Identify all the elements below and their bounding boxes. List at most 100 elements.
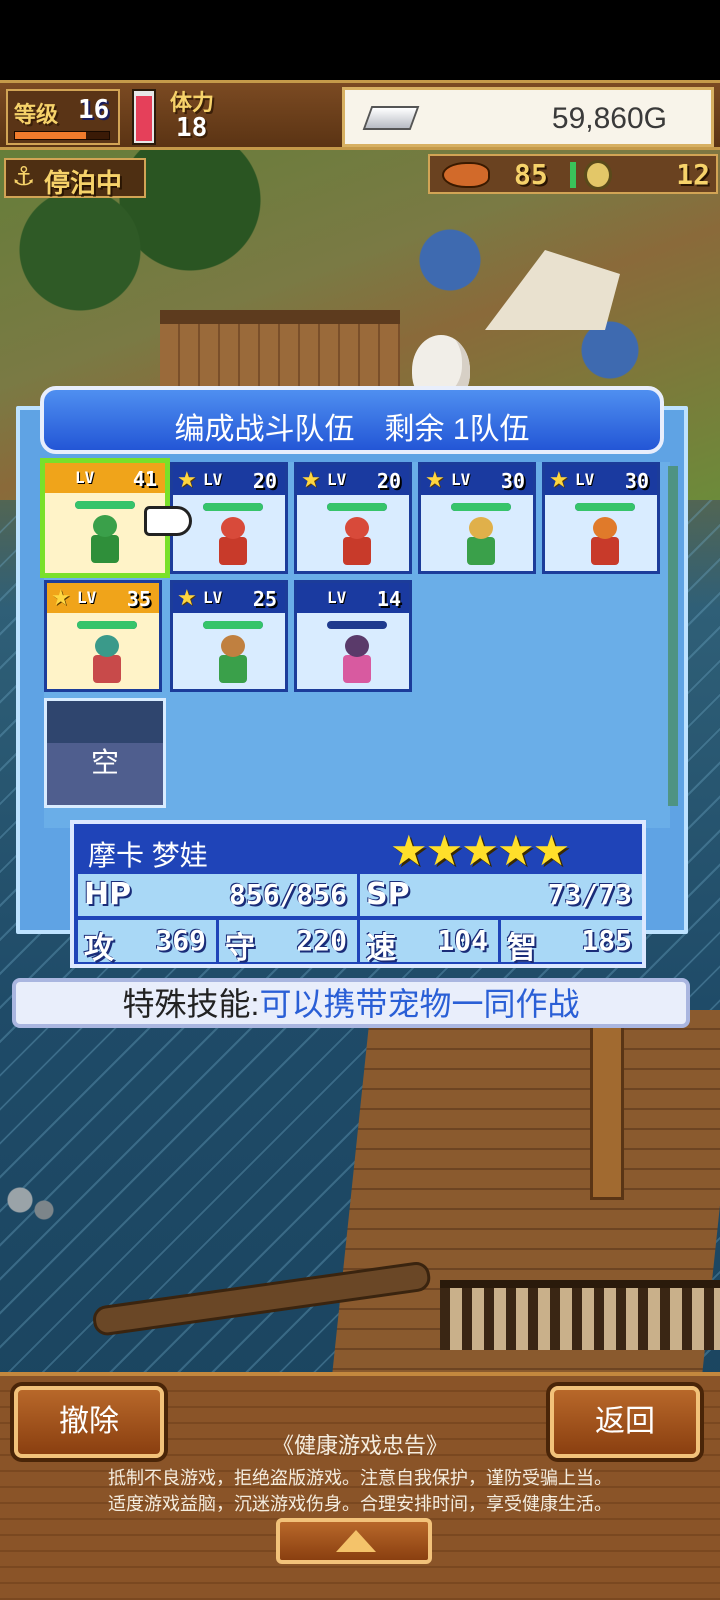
lv-label: LV bbox=[327, 470, 347, 489]
mooring-label: 停泊中 bbox=[44, 169, 123, 199]
member-level: 30 bbox=[624, 469, 649, 493]
lv-label: LV bbox=[327, 588, 347, 607]
member-hp-bar bbox=[203, 503, 263, 511]
member-hp-fill bbox=[75, 501, 135, 509]
member-hp-fill bbox=[327, 503, 387, 511]
party-member-slot[interactable]: ★ LV 20 bbox=[294, 462, 412, 574]
lv-label: LV bbox=[451, 470, 471, 489]
member-hp-bar bbox=[75, 501, 135, 509]
health-notice-title: 《健康游戏忠告》 bbox=[271, 1433, 448, 1458]
expand-button[interactable] bbox=[276, 1518, 432, 1564]
member-level: 20 bbox=[376, 469, 401, 493]
defense-stat: 守 220 bbox=[219, 920, 360, 966]
attack-label: 攻 bbox=[84, 931, 114, 966]
sprite-body bbox=[467, 537, 495, 565]
speed-label: 速 bbox=[366, 931, 396, 966]
resource-divider bbox=[570, 162, 576, 188]
intelligence-label: 智 bbox=[507, 931, 537, 966]
coin-count: 12 bbox=[676, 158, 710, 191]
star-icon: ★ bbox=[301, 468, 321, 493]
member-level: 25 bbox=[252, 587, 277, 611]
sprite-body bbox=[591, 537, 619, 565]
lv-label: LV bbox=[203, 588, 223, 607]
star-icon: ★ bbox=[51, 586, 71, 611]
lv-label: LV bbox=[203, 470, 223, 489]
star-icon: ★ bbox=[177, 468, 197, 493]
party-member-slot[interactable]: LV 14 bbox=[294, 580, 412, 692]
stamina-gauge bbox=[132, 89, 156, 145]
party-member-slot[interactable]: ★ LV 30 bbox=[542, 462, 660, 574]
empty-slot-header bbox=[47, 701, 163, 743]
health-notice-line-2: 适度游戏益脑，沉迷游戏伤身。合理安排时间，享受健康生活。 bbox=[108, 1494, 612, 1514]
level-label: 等级 bbox=[14, 103, 59, 128]
character-sprite bbox=[459, 517, 503, 569]
lv-label: LV bbox=[575, 470, 595, 489]
sprite-head bbox=[93, 515, 117, 537]
lv-label: LV bbox=[77, 588, 97, 607]
party-member-slot[interactable]: ★ LV 30 bbox=[418, 462, 536, 574]
sp-value: 73/73 bbox=[547, 878, 632, 911]
special-skill-label: 特殊技能: bbox=[122, 986, 260, 1022]
stat-row-hp-sp: HP 856/856 SP 73/73 bbox=[78, 874, 642, 916]
sprite-body bbox=[219, 537, 247, 565]
member-hp-fill bbox=[203, 503, 263, 511]
intelligence-stat: 智 185 bbox=[501, 920, 642, 966]
member-hp-bar bbox=[451, 503, 511, 511]
character-sprite bbox=[85, 635, 129, 687]
member-hp-bar bbox=[327, 503, 387, 511]
stat-row-attributes: 攻 369 守 220 速 104 智 185 bbox=[78, 920, 642, 966]
mooring-status[interactable]: ⚓ 停泊中 bbox=[4, 158, 146, 199]
star-icon: ★ bbox=[549, 468, 569, 493]
character-sprite bbox=[211, 635, 255, 687]
member-hp-fill bbox=[575, 503, 635, 511]
silver-bar-icon bbox=[362, 106, 420, 130]
member-level: 41 bbox=[132, 467, 157, 491]
ship-railing bbox=[440, 1280, 720, 1350]
hp-stat: HP 856/856 bbox=[78, 874, 360, 916]
gold-panel[interactable]: 59,860G bbox=[342, 87, 714, 147]
empty-slot-label: 空 bbox=[90, 747, 119, 778]
defense-value: 220 bbox=[296, 924, 347, 957]
character-name: 摩卡 梦娃 bbox=[88, 840, 208, 871]
member-hp-fill bbox=[203, 621, 263, 629]
party-member-slot[interactable]: ★ LV 25 bbox=[170, 580, 288, 692]
top-hud: 等级 16 体力 18 59,860G bbox=[0, 80, 720, 150]
exp-bar-fill bbox=[15, 132, 86, 139]
attack-stat: 攻 369 bbox=[78, 920, 219, 966]
character-sprite bbox=[335, 517, 379, 569]
level-value: 16 bbox=[78, 95, 110, 125]
sprite-head bbox=[469, 517, 493, 539]
sprite-body bbox=[93, 655, 121, 683]
character-sprite bbox=[335, 635, 379, 687]
sp-label: SP bbox=[366, 877, 410, 912]
defense-label: 守 bbox=[225, 931, 255, 966]
party-scrollbar[interactable] bbox=[668, 466, 678, 806]
fish-count: 85 bbox=[514, 158, 548, 191]
member-level: 35 bbox=[126, 587, 151, 611]
coin-icon bbox=[584, 160, 612, 190]
character-sprite bbox=[211, 517, 255, 569]
empty-party-slot[interactable]: 空 bbox=[44, 698, 166, 808]
attack-value: 369 bbox=[155, 924, 206, 957]
sprite-head bbox=[593, 517, 617, 539]
sprite-head bbox=[345, 517, 369, 539]
health-notice-line-1: 抵制不良游戏，拒绝盗版游戏。注意自我保护，谨防受骗上当。 bbox=[108, 1468, 612, 1488]
member-hp-fill bbox=[451, 503, 511, 511]
special-skill-value: 可以携带宠物一同作战 bbox=[259, 986, 580, 1022]
sprite-head bbox=[95, 635, 119, 657]
member-hp-bar bbox=[203, 621, 263, 629]
party-title: 编成战斗队伍 剩余 1队伍 bbox=[174, 413, 530, 446]
sprite-head bbox=[221, 635, 245, 657]
gold-value: 59,860G bbox=[551, 102, 667, 135]
character-sprite bbox=[83, 515, 127, 567]
speed-stat: 速 104 bbox=[360, 920, 501, 966]
special-skill-bar: 特殊技能:可以携带宠物一同作战 bbox=[12, 978, 690, 1028]
member-level: 14 bbox=[376, 587, 401, 611]
sprite-body bbox=[343, 655, 371, 683]
sprite-body bbox=[219, 655, 247, 683]
sp-stat: SP 73/73 bbox=[360, 874, 642, 916]
speed-value: 104 bbox=[437, 924, 488, 957]
stamina-value: 18 bbox=[176, 113, 208, 143]
star-icon: ★ bbox=[425, 468, 445, 493]
party-member-slot[interactable]: ★ LV 35 bbox=[44, 580, 162, 692]
